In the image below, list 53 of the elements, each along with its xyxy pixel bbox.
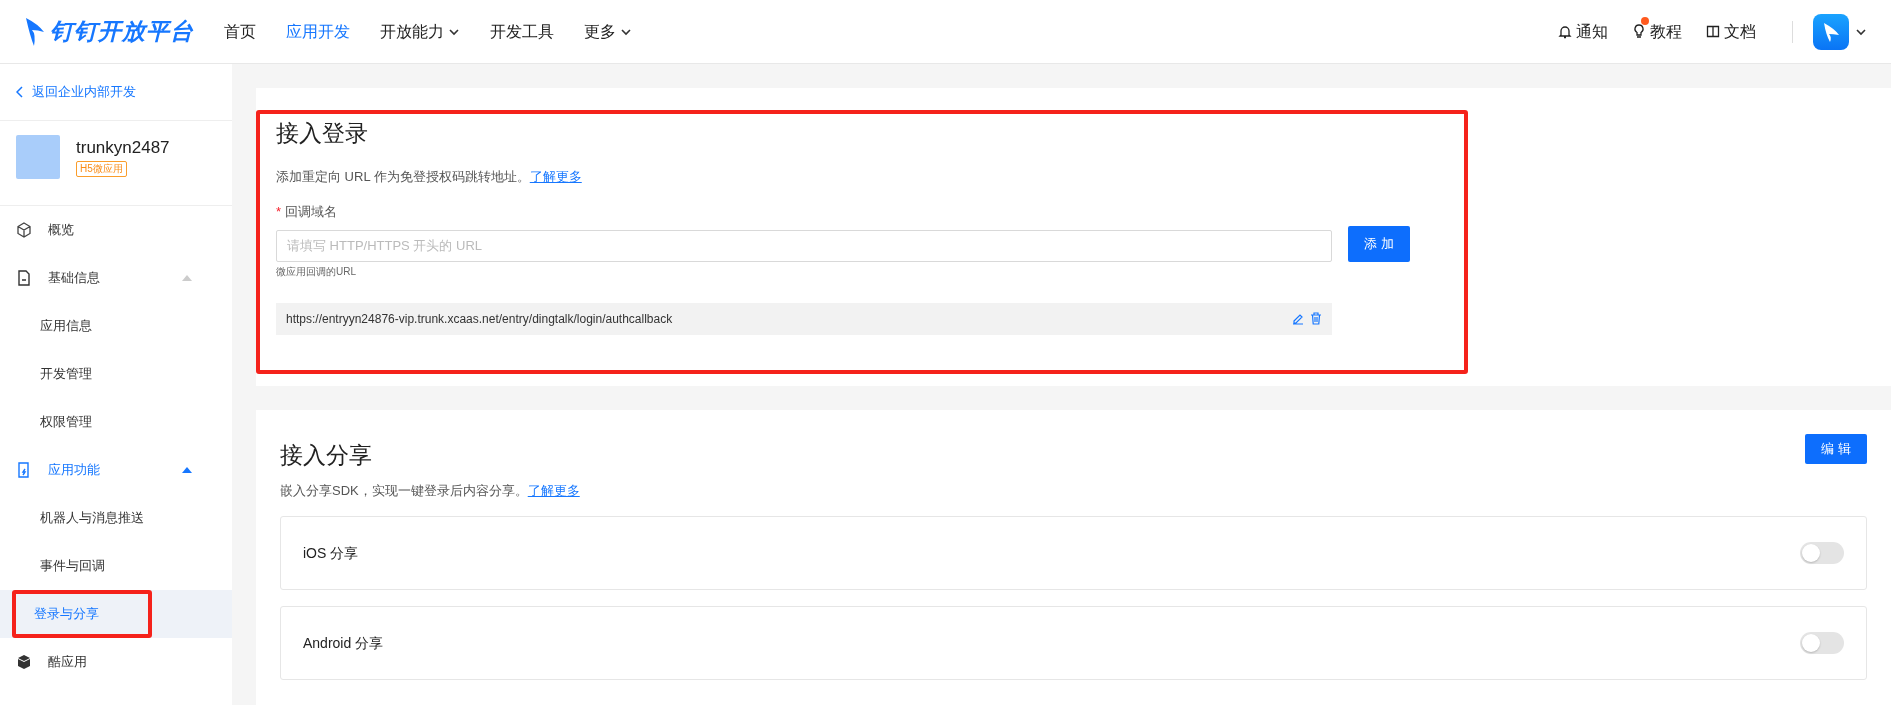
trash-icon[interactable]	[1310, 312, 1322, 325]
callback-url: https://entryyn24876-vip.trunk.xcaas.net/entry/dingtalk/login/authcallback	[286, 310, 674, 328]
header-link[interactable]: 教程	[1632, 19, 1682, 44]
section-title: 接入分享	[280, 441, 372, 470]
add-button[interactable]: 添 加	[1348, 225, 1410, 262]
edit-icon[interactable]	[1292, 312, 1304, 325]
url-input-field[interactable]: 请填写 HTTP/HTTPS 开头的 URL	[276, 229, 1332, 262]
toggle-switch[interactable]	[1800, 542, 1844, 564]
menu-item-icon	[16, 270, 32, 286]
header-link[interactable]: 通知	[1558, 19, 1608, 44]
description-text: 嵌入分享SDK，实现一键登录后内容分享。了解更多	[280, 481, 581, 500]
menu-item-icon	[16, 222, 32, 238]
required-mark: *	[276, 204, 282, 219]
bird-logo-icon	[1821, 20, 1841, 43]
bell-icon	[1558, 24, 1572, 39]
app-tag: H5微应用	[76, 160, 127, 177]
sidebar-item[interactable]: 事件与回调	[0, 542, 232, 590]
sidebar-item[interactable]: 基础信息	[0, 254, 232, 302]
description-text: 添加重定向 URL 作为免登授权码跳转地址。了解更多	[276, 167, 583, 186]
nav-tab[interactable]: 开放能力	[380, 19, 460, 44]
header-link[interactable]: 文档	[1706, 19, 1756, 44]
toggle-switch[interactable]	[1800, 632, 1844, 654]
sidebar-item[interactable]: 应用信息	[0, 302, 232, 350]
nav-tab[interactable]: 首页	[224, 19, 256, 44]
nav-tab[interactable]: 应用开发	[286, 19, 350, 44]
sidebar-item[interactable]: 酷应用	[0, 638, 232, 686]
nav-tab[interactable]: 开发工具	[490, 19, 554, 44]
back-link[interactable]: 返回企业内部开发	[0, 64, 152, 120]
chevron-left-icon	[16, 86, 24, 98]
edit-button[interactable]: 编 辑	[1805, 434, 1867, 464]
learn-more-link[interactable]: 了解更多	[529, 168, 582, 184]
learn-more-link[interactable]: 了解更多	[527, 482, 580, 498]
section-title: 接入登录	[276, 119, 369, 148]
nav-tab[interactable]: 更多	[584, 19, 632, 44]
field-label-text: 回调域名	[285, 204, 338, 219]
bird-logo-icon	[24, 15, 46, 48]
sidebar-item[interactable]: 开发管理	[0, 350, 232, 398]
app-name: trunkyn2487	[76, 137, 170, 159]
app-icon-placeholder	[16, 135, 60, 179]
toggle-label: iOS 分享	[303, 543, 359, 563]
sidebar-item[interactable]: 登录与分享	[12, 590, 152, 638]
menu-item-icon	[16, 462, 32, 478]
logo-text[interactable]: 钉钉开放平台	[50, 14, 194, 49]
sidebar-item[interactable]: 机器人与消息推送	[0, 494, 232, 542]
bulb-icon	[1632, 24, 1646, 39]
book-icon	[1706, 24, 1720, 39]
sidebar-item[interactable]: 权限管理	[0, 398, 232, 446]
help-text: 微应用回调的URL	[276, 264, 357, 279]
app-avatar[interactable]	[1813, 13, 1849, 50]
sidebar-item[interactable]: 应用功能	[0, 446, 232, 494]
toggle-label: Android 分享	[303, 633, 384, 653]
menu-item-icon	[16, 654, 32, 670]
sidebar-item[interactable]: 概览	[0, 206, 232, 254]
